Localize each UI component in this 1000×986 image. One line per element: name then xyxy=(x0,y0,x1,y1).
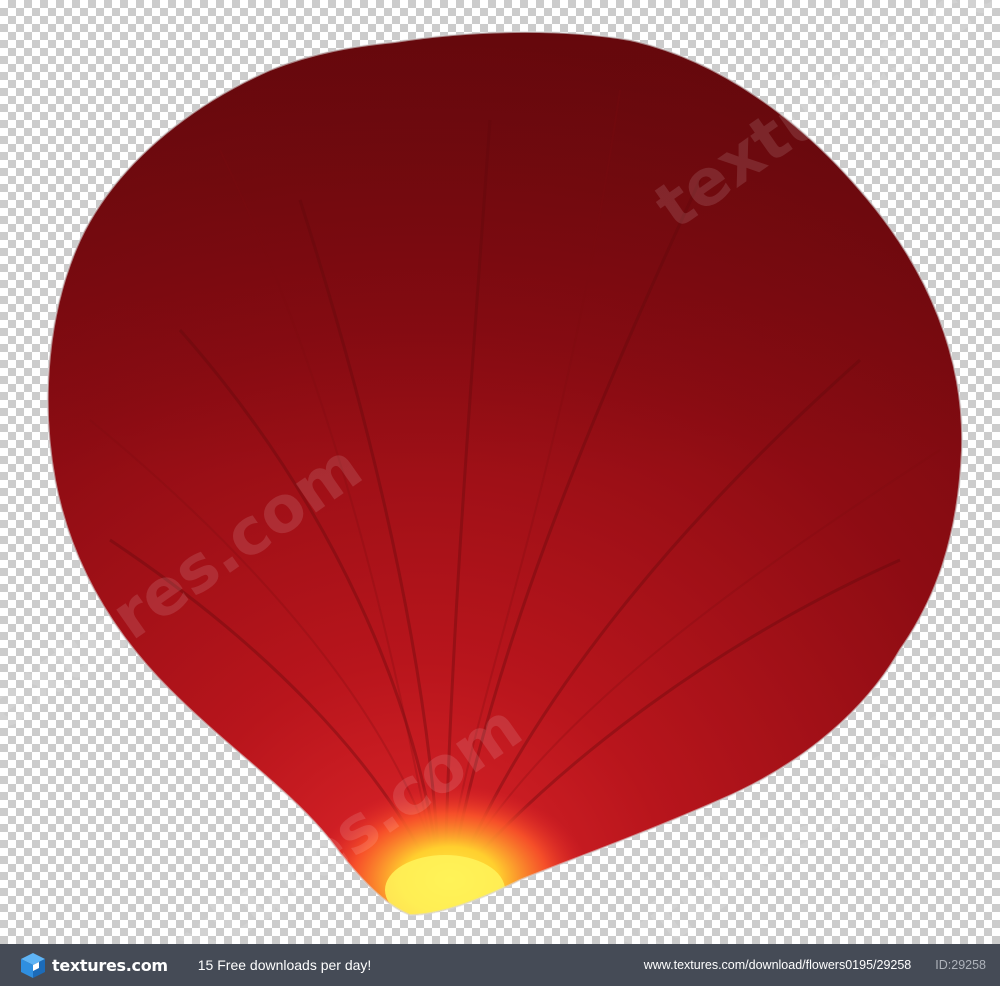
rose-petal-image xyxy=(46,30,964,916)
brand-name: textures.com xyxy=(52,955,168,975)
image-id: ID:29258 xyxy=(935,958,986,972)
download-footer-bar: textures.com 15 Free downloads per day! … xyxy=(0,944,1000,986)
transparent-background: textures.com textures.com textures.com t… xyxy=(0,0,1000,944)
texture-preview-page: textures.com textures.com textures.com t… xyxy=(0,0,1000,986)
cube-logo-icon xyxy=(21,953,45,978)
download-url[interactable]: www.textures.com/download/flowers0195/29… xyxy=(644,958,912,972)
brand-logo[interactable]: textures.com xyxy=(18,950,168,980)
free-downloads-promo: 15 Free downloads per day! xyxy=(197,957,372,973)
